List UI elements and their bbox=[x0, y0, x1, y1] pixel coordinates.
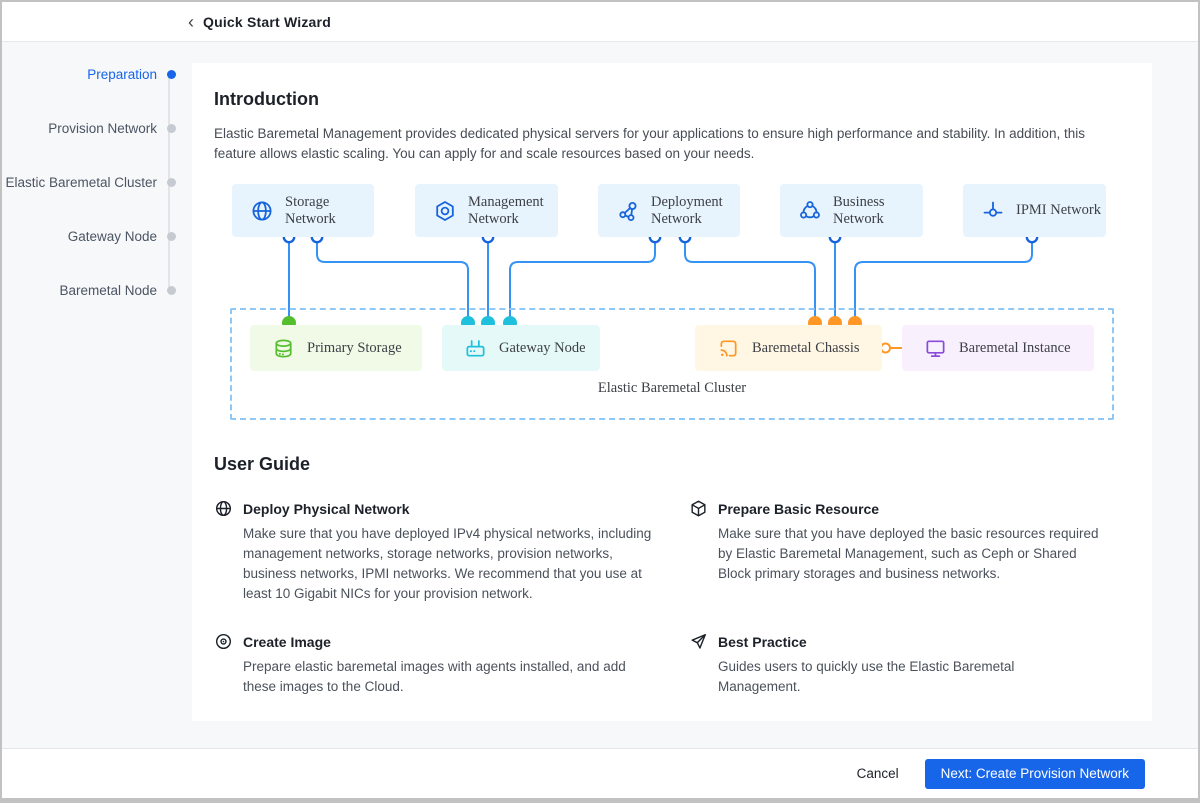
step-dot-icon bbox=[167, 69, 176, 79]
main-panel: Introduction Elastic Baremetal Managemen… bbox=[192, 63, 1152, 721]
diagram-node-deployment-network: Deployment Network bbox=[598, 184, 740, 237]
diagram-node-label: Primary Storage bbox=[307, 339, 402, 356]
guide-item-title: Best Practice bbox=[718, 633, 807, 650]
sidebar-step-provision-network[interactable]: Provision Network bbox=[48, 118, 176, 138]
diagram-node-baremetal-chassis: Baremetal Chassis bbox=[695, 325, 882, 371]
page-title: Quick Start Wizard bbox=[203, 13, 331, 30]
diagram-node-label: IPMI Network bbox=[1016, 202, 1101, 218]
sidebar-step-elastic-baremetal-cluster[interactable]: Elastic Baremetal Cluster bbox=[5, 172, 176, 192]
cancel-button[interactable]: Cancel bbox=[857, 766, 899, 781]
diagram-node-label: Gateway Node bbox=[499, 339, 586, 356]
diagram-node-gateway-node: Gateway Node bbox=[442, 325, 600, 371]
step-label: Elastic Baremetal Cluster bbox=[5, 174, 157, 190]
guide-item-create-image: Create Image Prepare elastic baremetal i… bbox=[214, 632, 689, 697]
diagram-node-ipmi-network: IPMI Network bbox=[963, 184, 1106, 237]
guide-item-body: Guides users to quickly use the Elastic … bbox=[718, 659, 1015, 694]
guide-item-title: Deploy Physical Network bbox=[243, 500, 410, 517]
introduction-text: Elastic Baremetal Management provides de… bbox=[214, 126, 1085, 161]
hexagon-nut-icon bbox=[436, 200, 454, 221]
commit-link-icon bbox=[983, 201, 1003, 217]
cluster-icon bbox=[800, 200, 820, 218]
step-dot-icon bbox=[167, 285, 176, 295]
globe-icon bbox=[215, 500, 232, 517]
target-icon bbox=[215, 633, 232, 650]
cube-icon bbox=[691, 500, 706, 517]
guide-item-body: Make sure that you have deployed the bas… bbox=[718, 526, 1099, 581]
router-icon bbox=[466, 339, 485, 357]
diagram-node-label: Management Network bbox=[468, 193, 544, 227]
step-label: Baremetal Node bbox=[59, 282, 157, 298]
sidebar-step-baremetal-node[interactable]: Baremetal Node bbox=[59, 280, 176, 300]
next-create-provision-network-button[interactable]: Next: Create Provision Network bbox=[924, 758, 1145, 789]
monitor-icon bbox=[926, 339, 945, 357]
step-dot-icon bbox=[167, 231, 176, 241]
share-nodes-icon bbox=[619, 201, 637, 221]
user-guide-heading: User Guide bbox=[214, 454, 311, 474]
topbar: ‹ Quick Start Wizard bbox=[2, 2, 1198, 42]
diagram-node-label: Deployment Network bbox=[651, 193, 723, 227]
diagram-node-management-network: Management Network bbox=[415, 184, 558, 237]
guide-item-title: Prepare Basic Resource bbox=[718, 500, 880, 517]
sidebar-step-gateway-node[interactable]: Gateway Node bbox=[68, 226, 176, 246]
guide-item-prepare-basic-resource: Prepare Basic Resource Make sure that yo… bbox=[689, 499, 1130, 604]
sidebar-step-preparation[interactable]: Preparation bbox=[87, 64, 176, 84]
diagram-node-label: Baremetal Instance bbox=[959, 339, 1071, 356]
guide-item-body: Make sure that you have deployed IPv4 ph… bbox=[243, 526, 652, 601]
diagram-node-label: Storage Network bbox=[285, 193, 336, 227]
diagram-node-primary-storage: Primary Storage bbox=[250, 325, 422, 371]
back-icon[interactable]: ‹ bbox=[188, 13, 194, 31]
globe-icon bbox=[252, 200, 272, 221]
diagram-node-label: Business Network bbox=[833, 193, 885, 227]
diagram-node-business-network: Business Network bbox=[780, 184, 923, 237]
step-dot-icon bbox=[167, 123, 176, 133]
cluster-boundary-label: Elastic Baremetal Cluster bbox=[597, 380, 747, 396]
guide-item-deploy-physical-network: Deploy Physical Network Make sure that y… bbox=[214, 499, 689, 604]
step-label: Gateway Node bbox=[67, 228, 157, 244]
step-dot-icon bbox=[167, 177, 176, 187]
step-label: Preparation bbox=[87, 66, 157, 82]
quick-start-wizard-window: ‹ Quick Start Wizard Preparation Provisi… bbox=[0, 0, 1200, 803]
send-icon bbox=[691, 634, 706, 649]
diagram-node-storage-network: Storage Network bbox=[232, 184, 374, 237]
guide-item-body: Prepare elastic baremetal images with ag… bbox=[243, 659, 626, 694]
guide-item-title: Create Image bbox=[243, 633, 331, 650]
content-area: Preparation Provision Network Elastic Ba… bbox=[2, 42, 1198, 749]
wizard-steps-sidebar: Preparation Provision Network Elastic Ba… bbox=[2, 42, 192, 749]
database-icon bbox=[275, 338, 292, 358]
chassis-cast-icon bbox=[720, 339, 737, 357]
introduction-heading: Introduction bbox=[214, 89, 319, 109]
diagram-node-baremetal-instance: Baremetal Instance bbox=[902, 325, 1094, 371]
user-guide-grid: Deploy Physical Network Make sure that y… bbox=[214, 499, 1130, 697]
guide-item-best-practice: Best Practice Guides users to quickly us… bbox=[689, 632, 1130, 697]
diagram-node-label: Baremetal Chassis bbox=[752, 339, 860, 356]
step-label: Provision Network bbox=[48, 120, 157, 136]
architecture-diagram: Storage Network Management Network Deplo… bbox=[214, 182, 1130, 422]
wizard-footer: Cancel Next: Create Provision Network bbox=[2, 748, 1198, 798]
